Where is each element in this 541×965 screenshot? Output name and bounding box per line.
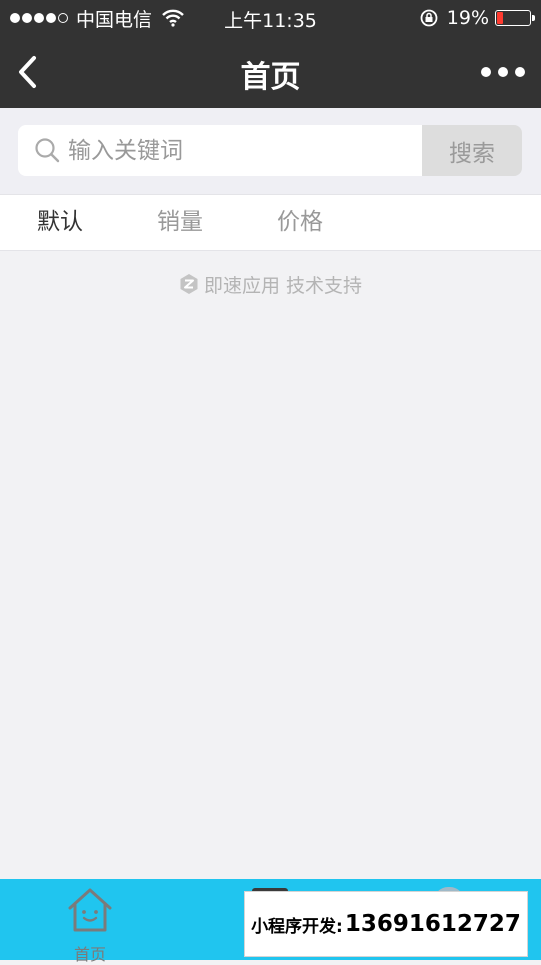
- battery-percent: 19%: [446, 7, 489, 29]
- more-dots-icon: [498, 67, 508, 77]
- page-title: 首页: [240, 60, 301, 95]
- promo-banner: 小程序开发: 13691612727: [244, 891, 528, 957]
- carrier-name: 中国电信: [76, 8, 153, 31]
- tech-support-text: 即速应用 技术支持: [203, 274, 363, 297]
- tab-default[interactable]: 默认: [0, 195, 120, 250]
- nav-bar: 首页: [0, 36, 541, 108]
- status-bar: 中国电信 上午11:35 19%: [0, 0, 541, 36]
- promo-label: 小程序开发:: [251, 916, 343, 937]
- tabbar-item-home[interactable]: 首页: [46, 885, 134, 964]
- jisu-logo-icon: [180, 274, 198, 294]
- status-right: 19%: [419, 6, 535, 30]
- status-left: 中国电信: [10, 6, 184, 31]
- tabbar-home-label: 首页: [73, 945, 106, 964]
- battery-icon: [495, 10, 535, 26]
- orientation-lock-icon: [420, 9, 438, 27]
- search-bar: 搜索: [0, 108, 541, 194]
- chevron-left-icon: [19, 56, 36, 88]
- home-icon: [68, 888, 112, 932]
- battery-fill: [497, 12, 504, 24]
- sort-tabs: 默认 销量 价格: [0, 194, 541, 251]
- more-dots-icon: [515, 67, 525, 77]
- search-button[interactable]: 搜索: [422, 125, 522, 176]
- promo-phone: 13691612727: [344, 911, 521, 937]
- search-input[interactable]: [68, 125, 408, 176]
- tech-support: 即速应用 技术支持: [0, 268, 541, 300]
- more-button[interactable]: [481, 62, 525, 82]
- wifi-icon: [162, 9, 184, 27]
- tab-price[interactable]: 价格: [240, 195, 360, 250]
- tab-sales[interactable]: 销量: [120, 195, 240, 250]
- more-dots-icon: [481, 67, 491, 77]
- search-box[interactable]: [18, 125, 422, 176]
- search-icon: [35, 138, 60, 163]
- signal-icon: [10, 13, 70, 23]
- back-button[interactable]: [12, 52, 52, 92]
